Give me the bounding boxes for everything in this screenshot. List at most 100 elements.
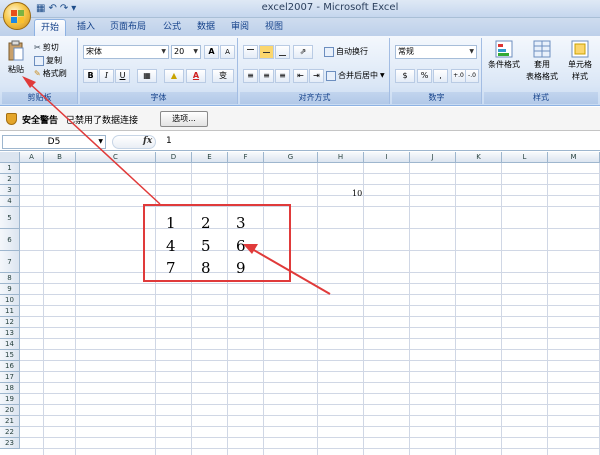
tab-home[interactable]: 开始 (34, 19, 66, 36)
format-as-table-label-2: 表格格式 (526, 72, 558, 81)
decrease-indent-button[interactable]: ⇤ (293, 69, 308, 83)
cell-d7[interactable]: 7 (166, 259, 176, 277)
decrease-decimal-button[interactable]: -.0 (465, 69, 479, 83)
column-header[interactable]: K (456, 152, 502, 163)
row-header[interactable]: 18 (0, 383, 20, 394)
office-button[interactable] (3, 2, 31, 30)
insert-function-button[interactable]: fx (143, 136, 152, 146)
fill-color-button[interactable]: ▲ (164, 69, 184, 83)
increase-decimal-button[interactable]: +.0 (451, 69, 466, 83)
column-header[interactable]: F (228, 152, 264, 163)
cell-h3[interactable]: 10 (352, 189, 362, 198)
paste-button[interactable]: 粘贴 (6, 40, 26, 80)
row-header[interactable]: 4 (0, 196, 20, 207)
row-header[interactable]: 9 (0, 284, 20, 295)
copy-button[interactable]: 复制 (34, 55, 62, 67)
name-box[interactable]: D5 ▼ (2, 135, 106, 149)
row-header[interactable]: 3 (0, 185, 20, 196)
cell-e7[interactable]: 8 (201, 259, 211, 277)
conditional-format-button[interactable]: 条件格式 (486, 40, 522, 70)
select-all-corner[interactable] (0, 152, 20, 163)
format-as-table-label-1: 套用 (534, 60, 550, 69)
font-color-button[interactable]: A (186, 69, 206, 83)
tab-formulas[interactable]: 公式 (158, 19, 186, 36)
cell-f5[interactable]: 3 (236, 214, 246, 232)
column-header[interactable]: G (264, 152, 318, 163)
cell-e5[interactable]: 2 (201, 214, 211, 232)
row-header[interactable]: 20 (0, 405, 20, 416)
align-top-button[interactable] (243, 45, 258, 59)
column-header[interactable]: L (502, 152, 548, 163)
column-header[interactable]: A (20, 152, 44, 163)
column-header[interactable]: I (364, 152, 410, 163)
row-header[interactable]: 5 (0, 207, 20, 229)
cell-f7[interactable]: 9 (236, 259, 246, 277)
styles-group: 条件格式 套用 表格格式 单元格 样式 样式 (484, 38, 598, 104)
tab-view[interactable]: 视图 (260, 19, 288, 36)
format-as-table-button[interactable]: 套用 表格格式 (524, 40, 560, 82)
column-header[interactable]: M (548, 152, 600, 163)
phonetic-button[interactable]: 变 (212, 69, 234, 83)
row-header[interactable]: 8 (0, 273, 20, 284)
cell-e6[interactable]: 5 (201, 237, 211, 255)
row-header[interactable]: 17 (0, 372, 20, 383)
merge-center-button[interactable]: 合并后居中 ▼ (326, 70, 385, 82)
tab-review[interactable]: 审阅 (226, 19, 254, 36)
row-header[interactable]: 12 (0, 317, 20, 328)
cut-button[interactable]: ✂ 剪切 (34, 42, 59, 54)
row-header[interactable]: 2 (0, 174, 20, 185)
bold-button[interactable]: B (83, 69, 98, 83)
row-header[interactable]: 21 (0, 416, 20, 427)
column-header[interactable]: J (410, 152, 456, 163)
wrap-text-button[interactable]: 自动换行 (324, 46, 368, 58)
row-header[interactable]: 22 (0, 427, 20, 438)
row-header[interactable]: 19 (0, 394, 20, 405)
column-header[interactable]: D (156, 152, 192, 163)
row-header[interactable]: 23 (0, 438, 20, 449)
security-options-button[interactable]: 选项... (160, 111, 208, 127)
tab-data[interactable]: 数据 (192, 19, 220, 36)
align-center-button[interactable]: ≡ (259, 69, 274, 83)
percent-button[interactable]: % (417, 69, 432, 83)
accounting-format-button[interactable]: $ (395, 69, 415, 83)
font-name-combo[interactable]: 宋体 ▼ (83, 45, 169, 59)
border-button[interactable]: ▦ (137, 69, 157, 83)
row-header[interactable]: 6 (0, 229, 20, 251)
italic-button[interactable]: I (99, 69, 114, 83)
row-header[interactable]: 13 (0, 328, 20, 339)
row-header[interactable]: 1 (0, 163, 20, 174)
column-header[interactable]: E (192, 152, 228, 163)
align-right-button[interactable]: ≡ (275, 69, 290, 83)
worksheet-grid[interactable]: ABCDEFGHIJKLM 1 2 3 4 5 6 7 8 9 10 11 12 13 14 15 16 17 1… (0, 152, 600, 455)
format-painter-button[interactable]: ✎ 格式刷 (34, 68, 67, 80)
tab-insert[interactable]: 插入 (72, 19, 100, 36)
grow-font-button[interactable]: A (204, 45, 219, 59)
row-gridline (20, 404, 600, 405)
cell-d5[interactable]: 1 (166, 214, 176, 232)
column-header[interactable]: H (318, 152, 364, 163)
column-header[interactable]: B (44, 152, 76, 163)
shrink-font-button[interactable]: A (220, 45, 235, 59)
align-left-button[interactable]: ≡ (243, 69, 258, 83)
row-header[interactable]: 15 (0, 350, 20, 361)
row-header[interactable]: 10 (0, 295, 20, 306)
row-header[interactable]: 16 (0, 361, 20, 372)
cell-f6[interactable]: 6 (236, 237, 246, 255)
row-header[interactable]: 7 (0, 251, 20, 273)
column-header[interactable]: C (76, 152, 156, 163)
row-header[interactable]: 11 (0, 306, 20, 317)
row-header[interactable]: 14 (0, 339, 20, 350)
tab-page-layout[interactable]: 页面布局 (106, 19, 150, 36)
align-bottom-button[interactable] (275, 45, 290, 59)
cell-styles-button[interactable]: 单元格 样式 (562, 40, 598, 82)
number-format-combo[interactable]: 常规 ▼ (395, 45, 477, 59)
orientation-button[interactable]: ⇗ (293, 45, 313, 59)
increase-indent-button[interactable]: ⇥ (309, 69, 324, 83)
row-gridline (20, 228, 600, 229)
align-middle-button[interactable] (259, 45, 274, 59)
formula-input[interactable]: 1 (166, 136, 172, 146)
underline-button[interactable]: U (115, 69, 130, 83)
font-size-combo[interactable]: 20 ▼ (171, 45, 201, 59)
comma-button[interactable]: , (433, 69, 448, 83)
cell-d6[interactable]: 4 (166, 237, 176, 255)
